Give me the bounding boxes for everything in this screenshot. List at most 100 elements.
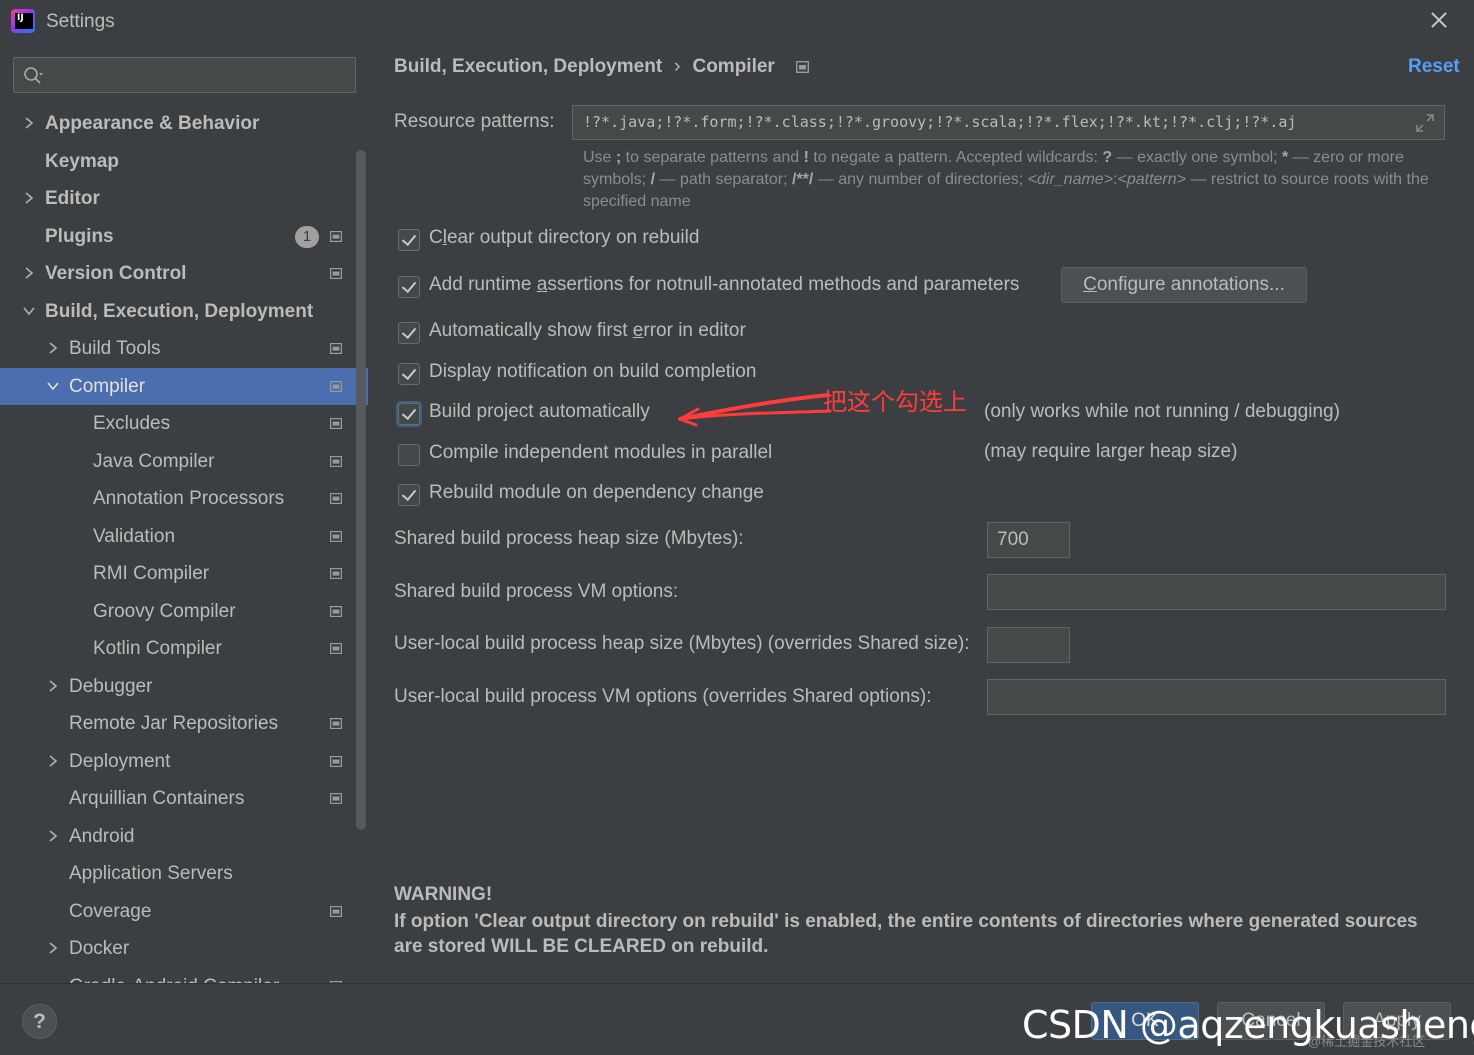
sidebar-item-annotation-processors[interactable]: Annotation Processors: [0, 480, 368, 517]
chevron-right-icon[interactable]: [47, 830, 59, 842]
sidebar-item-label: Docker: [69, 938, 130, 959]
sidebar-item-appearance-behavior[interactable]: Appearance & Behavior: [0, 105, 368, 142]
chevron-right-icon[interactable]: [47, 342, 59, 354]
sidebar-item-validation[interactable]: Validation: [0, 518, 368, 555]
search-icon: [24, 67, 43, 84]
close-icon[interactable]: [1426, 7, 1452, 33]
sidebar-item-build-tools[interactable]: Build Tools: [0, 330, 368, 367]
sidebar-item-gradle-android-compiler[interactable]: Gradle-Android Compiler: [0, 968, 368, 983]
chevron-right-icon[interactable]: [47, 755, 59, 767]
sidebar-item-android[interactable]: Android: [0, 818, 368, 855]
chevron-down-icon[interactable]: [23, 305, 35, 317]
sidebar-item-label: RMI Compiler: [93, 563, 210, 584]
sidebar-item-label: Editor: [45, 188, 100, 209]
sidebar-item-plugins[interactable]: Plugins 1: [0, 218, 368, 255]
rebuild-on-dependency-checkbox[interactable]: [398, 484, 420, 506]
chevron-right-icon[interactable]: [23, 267, 35, 279]
build-automatically-note: (only works while not running / debuggin…: [984, 401, 1340, 422]
chevron-right-icon[interactable]: [23, 192, 35, 204]
show-first-error-label[interactable]: Automatically show first error in editor: [429, 320, 746, 342]
sidebar-item-label: Excludes: [93, 413, 171, 434]
local-heap-input[interactable]: [987, 627, 1070, 663]
settings-sidebar: Appearance & Behavior Keymap Editor Plugins…: [0, 42, 368, 983]
project-level-icon: [330, 418, 342, 429]
compile-parallel-label[interactable]: Compile independent modules in parallel: [429, 442, 772, 464]
project-level-icon: [330, 493, 342, 504]
project-level-icon: [330, 268, 342, 279]
sidebar-item-version-control[interactable]: Version Control: [0, 255, 368, 292]
configure-annotations-button[interactable]: Configure annotations...: [1061, 267, 1307, 303]
project-level-icon: [330, 793, 342, 804]
shared-vm-options-input[interactable]: [987, 574, 1446, 610]
project-level-icon: [330, 231, 342, 242]
sidebar-item-label: Coverage: [69, 901, 152, 922]
title-bar: Settings: [0, 0, 1474, 42]
sidebar-item-docker[interactable]: Docker: [0, 930, 368, 967]
project-level-icon: [330, 343, 342, 354]
sidebar-item-keymap[interactable]: Keymap: [0, 143, 368, 180]
expand-icon[interactable]: [1414, 112, 1436, 134]
sidebar-item-remote-jar-repositories[interactable]: Remote Jar Repositories: [0, 705, 368, 742]
sidebar-item-label: Android: [69, 826, 135, 847]
chevron-right-icon[interactable]: [23, 117, 35, 129]
sidebar-item-rmi-compiler[interactable]: RMI Compiler: [0, 555, 368, 592]
shared-heap-input[interactable]: 700: [987, 522, 1070, 558]
sidebar-item-coverage[interactable]: Coverage: [0, 893, 368, 930]
project-level-icon: [330, 381, 342, 392]
build-automatically-checkbox[interactable]: [398, 403, 420, 425]
sidebar-item-label: Validation: [93, 526, 176, 547]
sidebar-item-compiler[interactable]: Compiler: [0, 368, 368, 405]
display-notification-checkbox[interactable]: [398, 363, 420, 385]
sidebar-item-label: Compiler: [69, 376, 146, 397]
sidebar-item-build-execution-deployment[interactable]: Build, Execution, Deployment: [0, 293, 368, 330]
red-annotation-arrow-icon: [678, 393, 832, 427]
rebuild-on-dependency-label[interactable]: Rebuild module on dependency change: [429, 482, 764, 504]
clear-output-checkbox[interactable]: [398, 229, 420, 251]
project-level-icon: [330, 568, 342, 579]
sidebar-item-excludes[interactable]: Excludes: [0, 405, 368, 442]
update-count-badge: 1: [295, 226, 319, 248]
compile-parallel-checkbox[interactable]: [398, 444, 420, 466]
project-level-icon: [330, 643, 342, 654]
build-automatically-label[interactable]: Build project automatically: [429, 401, 650, 423]
clear-output-label[interactable]: Clear output directory on rebuild: [429, 227, 699, 249]
sidebar-item-groovy-compiler[interactable]: Groovy Compiler: [0, 593, 368, 630]
chevron-down-icon[interactable]: [47, 380, 59, 392]
chevron-right-icon[interactable]: [47, 680, 59, 692]
sidebar-item-deployment[interactable]: Deployment: [0, 743, 368, 780]
sidebar-item-editor[interactable]: Editor: [0, 180, 368, 217]
sidebar-item-label: Appearance & Behavior: [45, 113, 260, 134]
display-notification-label[interactable]: Display notification on build completion: [429, 361, 756, 383]
local-heap-label: User-local build process heap size (Mbyt…: [394, 633, 970, 654]
sidebar-item-debugger[interactable]: Debugger: [0, 668, 368, 705]
breadcrumb-parent[interactable]: Build, Execution, Deployment: [394, 56, 662, 77]
local-vm-options-input[interactable]: [987, 679, 1446, 715]
runtime-assertions-checkbox[interactable]: [398, 276, 420, 298]
project-level-icon: [796, 61, 809, 73]
sidebar-item-label: Groovy Compiler: [93, 601, 236, 622]
help-button[interactable]: ?: [22, 1004, 57, 1039]
project-level-icon: [330, 756, 342, 767]
resource-patterns-label: Resource patterns:: [394, 111, 555, 132]
sidebar-item-label: Plugins: [45, 226, 114, 247]
sidebar-item-application-servers[interactable]: Application Servers: [0, 855, 368, 892]
runtime-assertions-label[interactable]: Add runtime assertions for notnull-annot…: [429, 274, 1019, 296]
project-level-icon: [330, 531, 342, 542]
reset-link[interactable]: Reset: [1408, 56, 1460, 78]
settings-search-input[interactable]: [13, 57, 356, 93]
sidebar-item-label: Build, Execution, Deployment: [45, 301, 314, 322]
csdn-watermark: CSDN @aqzengkuasheng: [1022, 1003, 1474, 1047]
sidebar-item-kotlin-compiler[interactable]: Kotlin Compiler: [0, 630, 368, 667]
resource-patterns-input[interactable]: !?*.java;!?*.form;!?*.class;!?*.groovy;!…: [572, 105, 1445, 140]
sidebar-item-java-compiler[interactable]: Java Compiler: [0, 443, 368, 480]
project-level-icon: [330, 606, 342, 617]
sidebar-scrollbar-thumb[interactable]: [356, 150, 366, 830]
shared-heap-label: Shared build process heap size (Mbytes):: [394, 528, 744, 549]
sidebar-item-arquillian-containers[interactable]: Arquillian Containers: [0, 780, 368, 817]
sidebar-item-label: Debugger: [69, 676, 153, 697]
show-first-error-checkbox[interactable]: [398, 322, 420, 344]
chevron-right-icon[interactable]: [47, 942, 59, 954]
project-level-icon: [330, 456, 342, 467]
warning-title: WARNING!: [394, 884, 493, 905]
sidebar-item-label: Arquillian Containers: [69, 788, 245, 809]
